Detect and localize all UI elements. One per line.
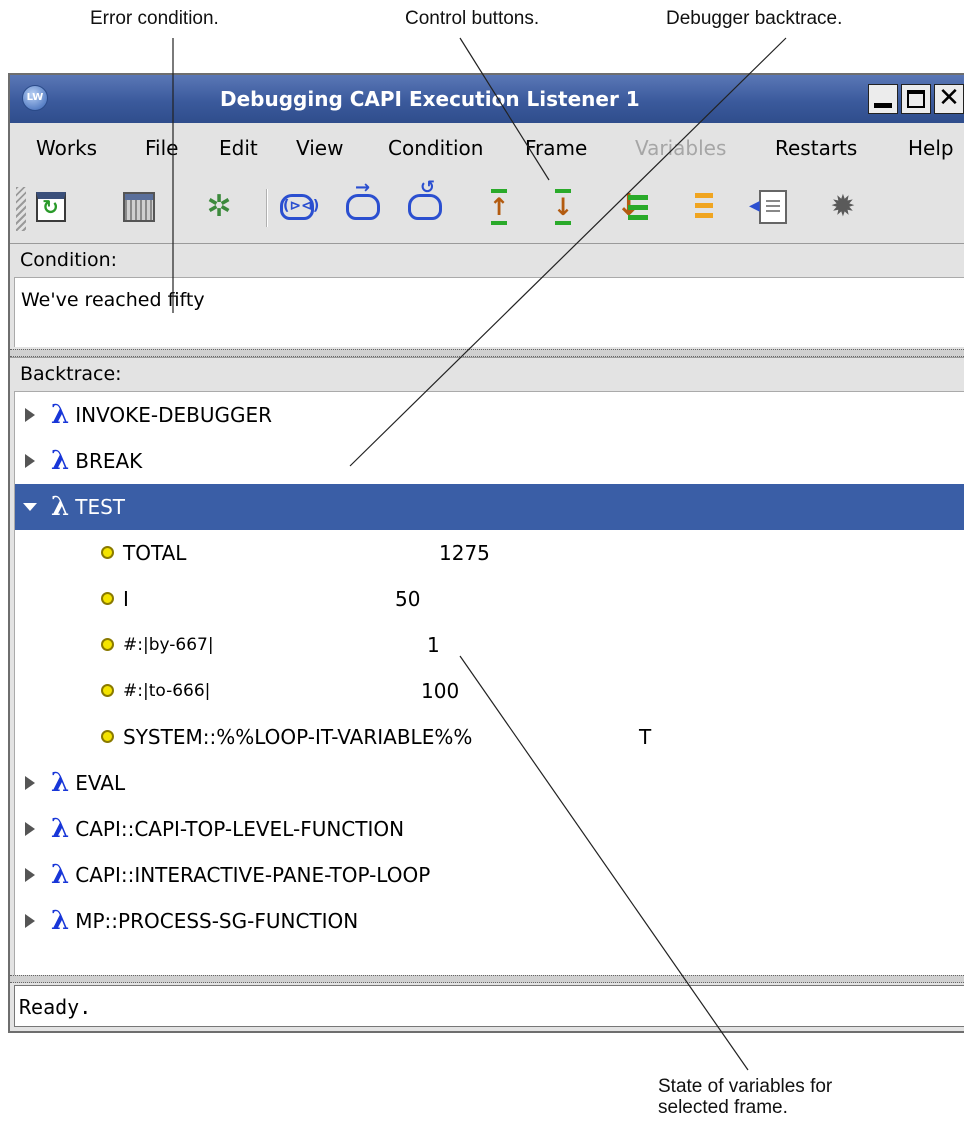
lispworks-app-icon[interactable]: LW xyxy=(22,85,48,111)
frame-row-test-selected[interactable]: λ TEST xyxy=(15,484,964,530)
toolbar-separator xyxy=(266,189,268,227)
lambda-icon: λ xyxy=(51,400,70,430)
variable-dot-icon xyxy=(101,684,114,697)
expand-icon[interactable] xyxy=(23,776,37,790)
close-button[interactable]: ✕ xyxy=(934,84,964,114)
variable-dot-icon xyxy=(101,592,114,605)
menu-help[interactable]: Help xyxy=(908,135,954,161)
backtrace-tree[interactable]: λ INVOKE-DEBUGGER λ BREAK λ TEST TOTAL 1… xyxy=(14,391,964,975)
expand-icon[interactable] xyxy=(23,914,37,928)
toolbar-grip[interactable] xyxy=(16,187,26,231)
frame-row-interactive-pane[interactable]: λ CAPI::INTERACTIVE-PANE-TOP-LOOP xyxy=(15,852,964,898)
lambda-icon: λ xyxy=(51,814,70,844)
continue-icon[interactable] xyxy=(344,179,382,227)
frame-label: CAPI::CAPI-TOP-LEVEL-FUNCTION xyxy=(75,817,405,841)
variable-value: T xyxy=(639,725,652,749)
status-bar: Ready. xyxy=(14,985,964,1027)
variable-dot-icon xyxy=(101,638,114,651)
condition-pane[interactable]: We've reached fifty xyxy=(14,277,964,347)
lambda-icon: λ xyxy=(51,446,70,476)
menu-frame[interactable]: Frame xyxy=(525,135,587,161)
control-toolbar: ✲ (⊳⊲) ↑ ↓ ↓ ✹ xyxy=(10,173,964,243)
frame-label: EVAL xyxy=(75,771,126,795)
menu-works[interactable]: Works xyxy=(36,135,97,161)
variable-row-loop-it[interactable]: SYSTEM::%%LOOP-IT-VARIABLE%% T xyxy=(15,714,964,760)
frame-label: TEST xyxy=(75,495,125,519)
window-list-icon[interactable] xyxy=(120,187,158,227)
refresh-window-icon[interactable] xyxy=(32,187,70,227)
window-title: Debugging CAPI Execution Listener 1 xyxy=(220,87,640,111)
annotation-control-buttons: Control buttons. xyxy=(405,8,540,29)
menu-bar: Works File Edit View Condition Frame Var… xyxy=(10,123,964,173)
variable-row-by[interactable]: #:|by-667| 1 xyxy=(15,622,964,668)
lambda-icon: λ xyxy=(51,492,70,522)
condition-text: We've reached fifty xyxy=(21,289,205,311)
minimize-button[interactable] xyxy=(868,84,898,114)
lambda-icon: λ xyxy=(51,906,70,936)
step-into-icon[interactable]: ↓ xyxy=(544,187,582,227)
frame-label: CAPI::INTERACTIVE-PANE-TOP-LOOP xyxy=(75,863,431,887)
restart-frame-icon[interactable] xyxy=(406,179,444,227)
collapse-icon[interactable] xyxy=(23,500,37,514)
step-out-icon[interactable]: ↑ xyxy=(480,187,518,227)
expand-icon[interactable] xyxy=(23,868,37,882)
lambda-icon: λ xyxy=(51,860,70,890)
inspect-bug-icon[interactable]: ✹ xyxy=(824,187,862,227)
preferences-icon[interactable]: ✲ xyxy=(200,187,238,227)
show-source-icon[interactable] xyxy=(749,187,792,227)
title-bar[interactable]: LW Debugging CAPI Execution Listener 1 ✕ xyxy=(10,75,964,123)
variable-value: 50 xyxy=(395,587,421,611)
menu-file[interactable]: File xyxy=(145,135,178,161)
variable-value: 100 xyxy=(421,679,460,703)
annotation-variables-state-line1: State of variables for xyxy=(658,1076,833,1097)
frame-row-eval[interactable]: λ EVAL xyxy=(15,760,964,806)
frame-label: BREAK xyxy=(75,449,143,473)
menu-edit[interactable]: Edit xyxy=(219,135,258,161)
annotation-variables-state-line2: selected frame. xyxy=(658,1097,788,1118)
menu-variables[interactable]: Variables xyxy=(635,135,726,161)
variable-name: #:|by-667| xyxy=(123,635,214,655)
variable-dot-icon xyxy=(101,730,114,743)
variable-name: #:|to-666| xyxy=(123,681,211,701)
annotation-debugger-backtrace: Debugger backtrace. xyxy=(666,8,843,29)
frame-row-capi-top-level[interactable]: λ CAPI::CAPI-TOP-LEVEL-FUNCTION xyxy=(15,806,964,852)
frame-row-break[interactable]: λ BREAK xyxy=(15,438,964,484)
variable-value: 1 xyxy=(427,633,440,657)
frame-row-invoke-debugger[interactable]: λ INVOKE-DEBUGGER xyxy=(15,392,964,438)
variable-row-to[interactable]: #:|to-666| 100 xyxy=(15,668,964,714)
menu-condition[interactable]: Condition xyxy=(388,135,483,161)
frame-label: MP::PROCESS-SG-FUNCTION xyxy=(75,909,359,933)
expand-icon[interactable] xyxy=(23,822,37,836)
expand-icon[interactable] xyxy=(23,408,37,422)
pane-splitter[interactable] xyxy=(10,349,964,357)
variable-name: TOTAL xyxy=(123,541,187,565)
lambda-icon: λ xyxy=(51,768,70,798)
frame-row-process-sg[interactable]: λ MP::PROCESS-SG-FUNCTION xyxy=(15,898,964,944)
status-text: Ready. xyxy=(19,995,92,1019)
menu-restarts[interactable]: Restarts xyxy=(775,135,857,161)
variable-row-total[interactable]: TOTAL 1275 xyxy=(15,530,964,576)
expand-icon[interactable] xyxy=(23,454,37,468)
list-frames-icon[interactable]: ↓ xyxy=(614,187,652,227)
variable-value: 1275 xyxy=(439,541,490,565)
maximize-button[interactable] xyxy=(901,84,931,114)
annotation-error-condition: Error condition. xyxy=(90,8,219,29)
variable-name: I xyxy=(123,587,129,611)
frame-label: INVOKE-DEBUGGER xyxy=(75,403,273,427)
condition-label: Condition: xyxy=(10,243,964,277)
abort-icon[interactable]: (⊳⊲) xyxy=(278,187,319,227)
variable-dot-icon xyxy=(101,546,114,559)
variable-row-i[interactable]: I 50 xyxy=(15,576,964,622)
variable-name: SYSTEM::%%LOOP-IT-VARIABLE%% xyxy=(123,725,473,749)
pane-splitter[interactable] xyxy=(10,975,964,983)
find-source-icon[interactable] xyxy=(686,187,724,227)
backtrace-label: Backtrace: xyxy=(10,357,964,391)
menu-view[interactable]: View xyxy=(296,135,343,161)
debugger-window: LW Debugging CAPI Execution Listener 1 ✕… xyxy=(8,73,964,1033)
